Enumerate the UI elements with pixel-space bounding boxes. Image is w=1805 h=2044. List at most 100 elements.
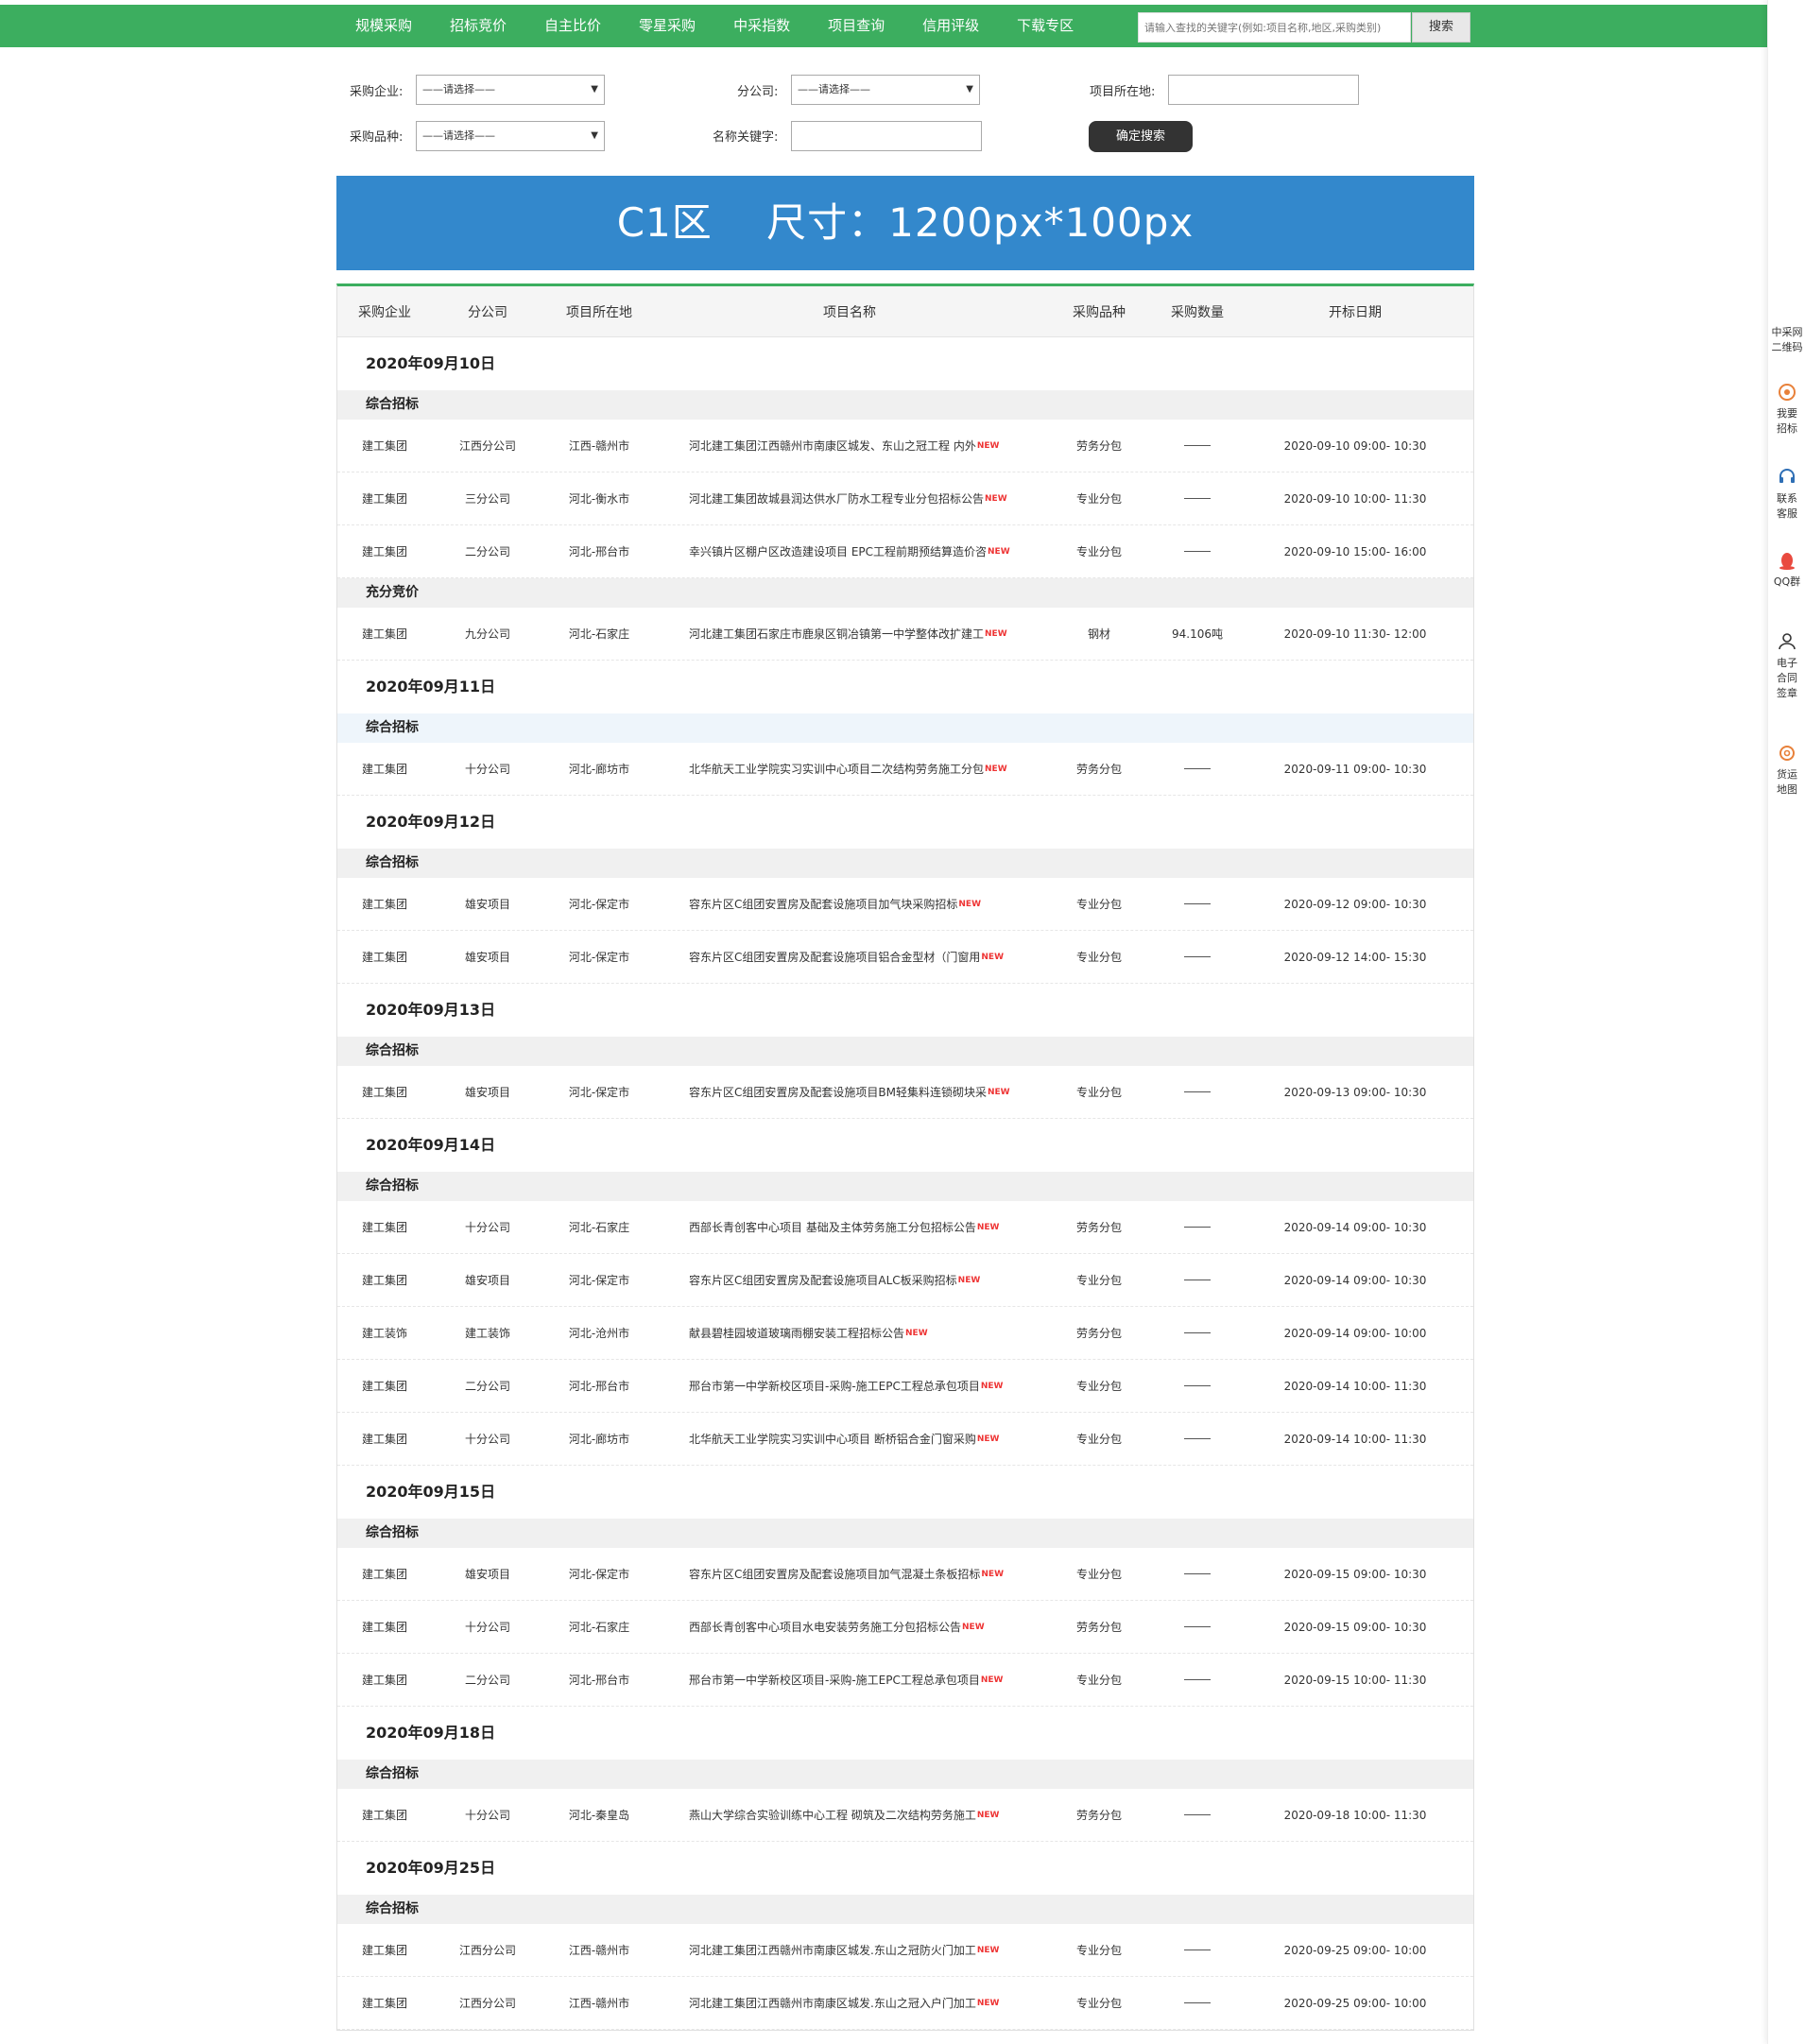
table-row[interactable]: 建工集团 三分公司 河北-衡水市 河北建工集团故城县润达供水厂防水工程专业分包招标公告… — [337, 472, 1473, 525]
sidebar-qr-label: 中采网二维码 — [1771, 326, 1803, 353]
row-project-name[interactable]: 献县碧桂园坡道玻璃雨棚安装工程招标公告 NEW — [661, 1307, 1039, 1359]
row-project-name[interactable]: 河北建工集团石家庄市鹿泉区铜冶镇第一中学整体改扩建工 NEW — [661, 608, 1039, 660]
location-input[interactable] — [1168, 75, 1359, 105]
sidebar-service[interactable]: 联系客服 — [1768, 467, 1805, 522]
table-row[interactable]: 建工集团 江西分公司 江西-赣州市 河北建工集团江西赣州市南康区城发、东山之冠工程 内… — [337, 420, 1473, 472]
table-body: 2020年09月10日 综合招标 建工集团 江西分公司 江西-赣州市 河北建工集团江西赣州… — [337, 337, 1473, 2030]
row-project-name[interactable]: 容东片区C组团安置房及配套设施项目铝合金型材（门窗用 NEW — [661, 931, 1039, 983]
project-name-text[interactable]: 幸兴镇片区棚户区改造建设项目 EPC工程前期预结算造价咨 — [689, 543, 987, 559]
row-project-name[interactable]: 北华航天工业学院实习实训中心项目 断桥铝合金门窗采购 NEW — [661, 1413, 1039, 1465]
row-project-name[interactable]: 邢台市第一中学新校区项目-采购-施工EPC工程总承包项目 NEW — [661, 1360, 1039, 1412]
project-name-text[interactable]: 容东片区C组团安置房及配套设施项目铝合金型材（门窗用 — [689, 949, 980, 965]
row-project-name[interactable]: 容东片区C组团安置房及配套设施项目加气混凝土条板招标 NEW — [661, 1548, 1039, 1600]
row-company: 建工集团 — [362, 627, 408, 641]
new-badge: NEW — [976, 1998, 1000, 2008]
row-project-name[interactable]: 河北建工集团江西赣州市南康区城发.东山之冠入户门加工 NEW — [661, 1977, 1039, 2029]
project-name-text[interactable]: 献县碧桂园坡道玻璃雨棚安装工程招标公告 — [689, 1325, 904, 1341]
nav-item-scale-purchase[interactable]: 规模采购 — [336, 5, 431, 47]
row-project-name[interactable]: 北华航天工业学院实习实训中心项目二次结构劳务施工分包 NEW — [661, 743, 1039, 795]
project-name-text[interactable]: 容东片区C组团安置房及配套设施项目加气混凝土条板招标 — [689, 1566, 980, 1582]
row-company: 建工集团 — [362, 898, 408, 911]
nav-item-bidding[interactable]: 招标竞价 — [431, 5, 525, 47]
table-row[interactable]: 建工集团 十分公司 河北-秦皇岛 燕山大学综合实验训练中心工程 砌筑及二次结构劳务施工… — [337, 1789, 1473, 1842]
nav-item-download[interactable]: 下载专区 — [998, 5, 1092, 47]
row-project-name[interactable]: 幸兴镇片区棚户区改造建设项目 EPC工程前期预结算造价咨 NEW — [661, 525, 1039, 577]
table-row[interactable]: 建工集团 江西分公司 江西-赣州市 河北建工集团江西赣州市南康区城发.东山之冠防火门加… — [337, 1924, 1473, 1977]
branch-select[interactable]: ——请选择—— ▼ — [791, 75, 980, 105]
row-type: 专业分包 — [1075, 1380, 1122, 1393]
project-name-text[interactable]: 北华航天工业学院实习实训中心项目二次结构劳务施工分包 — [689, 761, 984, 777]
table-row[interactable]: 建工集团 雄安项目 河北-保定市 容东片区C组团安置房及配套设施项目加气混凝土条板招标… — [337, 1548, 1473, 1601]
project-name-text[interactable]: 北华航天工业学院实习实训中心项目 断桥铝合金门窗采购 — [689, 1431, 976, 1447]
table-row[interactable]: 建工集团 十分公司 河北-廊坊市 北华航天工业学院实习实训中心项目二次结构劳务施工分包… — [337, 743, 1473, 796]
row-project-name[interactable]: 燕山大学综合实验训练中心工程 砌筑及二次结构劳务施工 NEW — [661, 1789, 1039, 1841]
row-location: 河北-衡水市 — [568, 492, 630, 506]
nav-item-price-compare[interactable]: 自主比价 — [525, 5, 620, 47]
table-row[interactable]: 建工集团 雄安项目 河北-保定市 容东片区C组团安置房及配套设施项目加气块采购招标 NE… — [337, 878, 1473, 931]
row-project-name[interactable]: 西部长青创客中心项目 基础及主体劳务施工分包招标公告 NEW — [661, 1201, 1039, 1253]
project-name-text[interactable]: 河北建工集团石家庄市鹿泉区铜冶镇第一中学整体改扩建工 — [689, 626, 984, 642]
project-name-text[interactable]: 邢台市第一中学新校区项目-采购-施工EPC工程总承包项目 — [689, 1672, 980, 1688]
row-project-name[interactable]: 邢台市第一中学新校区项目-采购-施工EPC工程总承包项目 NEW — [661, 1654, 1039, 1706]
project-name-text[interactable]: 河北建工集团江西赣州市南康区城发.东山之冠入户门加工 — [689, 1995, 976, 2011]
project-name-text[interactable]: 邢台市第一中学新校区项目-采购-施工EPC工程总承包项目 — [689, 1378, 980, 1394]
project-name-text[interactable]: 西部长青创客中心项目 基础及主体劳务施工分包招标公告 — [689, 1219, 976, 1235]
nav-item-project-query[interactable]: 项目查询 — [809, 5, 903, 47]
table-row[interactable]: 建工集团 雄安项目 河北-保定市 容东片区C组团安置房及配套设施项目铝合金型材（门窗用… — [337, 931, 1473, 984]
table-row[interactable]: 建工集团 雄安项目 河北-保定市 容东片区C组团安置房及配套设施项目ALC板采购招标 N… — [337, 1254, 1473, 1307]
confirm-search-button[interactable]: 确定搜索 — [1089, 121, 1193, 152]
row-project-name[interactable]: 河北建工集团故城县润达供水厂防水工程专业分包招标公告 NEW — [661, 472, 1039, 524]
new-badge: NEW — [985, 493, 1007, 504]
row-project-name[interactable]: 容东片区C组团安置房及配套设施项目加气块采购招标 NEW — [661, 878, 1039, 930]
project-name-text[interactable]: 容东片区C组团安置房及配套设施项目ALC板采购招标 — [689, 1272, 957, 1288]
sidebar-qr[interactable]: 中采网二维码 — [1768, 325, 1805, 355]
header-name: 项目名称 — [823, 304, 876, 320]
sidebar-qq[interactable]: QQ群 — [1768, 550, 1805, 590]
project-name-text[interactable]: 燕山大学综合实验训练中心工程 砌筑及二次结构劳务施工 — [689, 1807, 976, 1823]
row-project-name[interactable]: 河北建工集团江西赣州市南康区城发.东山之冠防火门加工 NEW — [661, 1924, 1039, 1976]
type-select[interactable]: ——请选择—— ▼ — [416, 121, 605, 151]
row-project-name[interactable]: 西部长青创客中心项目水电安装劳务施工分包招标公告 NEW — [661, 1601, 1039, 1653]
project-name-text[interactable]: 容东片区C组团安置房及配套设施项目加气块采购招标 — [689, 896, 957, 912]
project-name-text[interactable]: 河北建工集团故城县润达供水厂防水工程专业分包招标公告 — [689, 490, 984, 507]
table-row[interactable]: 建工集团 二分公司 河北-邢台市 幸兴镇片区棚户区改造建设项目 EPC工程前期预结算造… — [337, 525, 1473, 578]
row-project-name[interactable]: 容东片区C组团安置房及配套设施项目ALC板采购招标 NEW — [661, 1254, 1039, 1306]
category-header: 综合招标 — [337, 1895, 1473, 1924]
table-row[interactable]: 建工集团 二分公司 河北-邢台市 邢台市第一中学新校区项目-采购-施工EPC工程总承包… — [337, 1360, 1473, 1413]
sidebar-bid[interactable]: 我要招标 — [1768, 382, 1805, 437]
search-button[interactable]: 搜索 — [1412, 12, 1470, 43]
project-name-text[interactable]: 西部长青创客中心项目水电安装劳务施工分包招标公告 — [689, 1619, 961, 1635]
row-project-name[interactable]: 容东片区C组团安置房及配套设施项目BM轻集料连锁砌块采 NEW — [661, 1066, 1039, 1118]
nav-item-credit[interactable]: 信用评级 — [903, 5, 998, 47]
nav-item-sporadic[interactable]: 零星采购 — [620, 5, 714, 47]
sidebar-contract[interactable]: 电子合同签章 — [1768, 631, 1805, 701]
row-location: 河北-石家庄 — [568, 1221, 630, 1234]
date-group-header: 2020年09月10日 — [337, 337, 1473, 390]
search-input[interactable] — [1138, 12, 1411, 43]
date-group-header: 2020年09月15日 — [337, 1466, 1473, 1519]
table-row[interactable]: 建工集团 江西分公司 江西-赣州市 河北建工集团江西赣州市南康区城发.东山之冠入户门加… — [337, 1977, 1473, 2030]
table-row[interactable]: 建工集团 十分公司 河北-廊坊市 北华航天工业学院实习实训中心项目 断桥铝合金门窗采购… — [337, 1413, 1473, 1466]
ad-banner[interactable]: C1区 尺寸：1200px*100px — [336, 176, 1474, 270]
row-branch: 雄安项目 — [464, 1274, 510, 1287]
project-name-text[interactable]: 容东片区C组团安置房及配套设施项目BM轻集料连锁砌块采 — [689, 1084, 987, 1100]
table-row[interactable]: 建工集团 十分公司 河北-石家庄 西部长青创客中心项目 基础及主体劳务施工分包招标公告… — [337, 1201, 1473, 1254]
new-badge: NEW — [905, 1328, 928, 1338]
table-row[interactable]: 建工集团 雄安项目 河北-保定市 容东片区C组团安置房及配套设施项目BM轻集料连锁砌块… — [337, 1066, 1473, 1119]
row-branch: 十分公司 — [464, 1809, 510, 1822]
table-row[interactable]: 建工集团 九分公司 河北-石家庄 河北建工集团石家庄市鹿泉区铜冶镇第一中学整体改扩建工… — [337, 608, 1473, 661]
table-row[interactable]: 建工集团 二分公司 河北-邢台市 邢台市第一中学新校区项目-采购-施工EPC工程总承包… — [337, 1654, 1473, 1707]
chevron-down-icon: ▼ — [591, 84, 598, 94]
category-label: 综合招标 — [366, 1178, 419, 1194]
table-row[interactable]: 建工集团 十分公司 河北-石家庄 西部长青创客中心项目水电安装劳务施工分包招标公告 NE… — [337, 1601, 1473, 1654]
project-name-text[interactable]: 河北建工集团江西赣州市南康区城发、东山之冠工程 内外 — [689, 438, 976, 454]
nav-item-index[interactable]: 中采指数 — [714, 5, 809, 47]
table-row[interactable]: 建工装饰 建工装饰 河北-沧州市 献县碧桂园坡道玻璃雨棚安装工程招标公告 NEW 劳务分包… — [337, 1307, 1473, 1360]
company-select[interactable]: ——请选择—— ▼ — [416, 75, 605, 105]
row-project-name[interactable]: 河北建工集团江西赣州市南康区城发、东山之冠工程 内外 NEW — [661, 420, 1039, 472]
keyword-input[interactable] — [791, 121, 982, 151]
sidebar-freight[interactable]: 货运地图 — [1768, 743, 1805, 798]
project-name-text[interactable]: 河北建工集团江西赣州市南康区城发.东山之冠防火门加工 — [689, 1942, 976, 1958]
row-location: 河北-廊坊市 — [568, 1433, 630, 1446]
category-label: 综合招标 — [366, 397, 419, 412]
